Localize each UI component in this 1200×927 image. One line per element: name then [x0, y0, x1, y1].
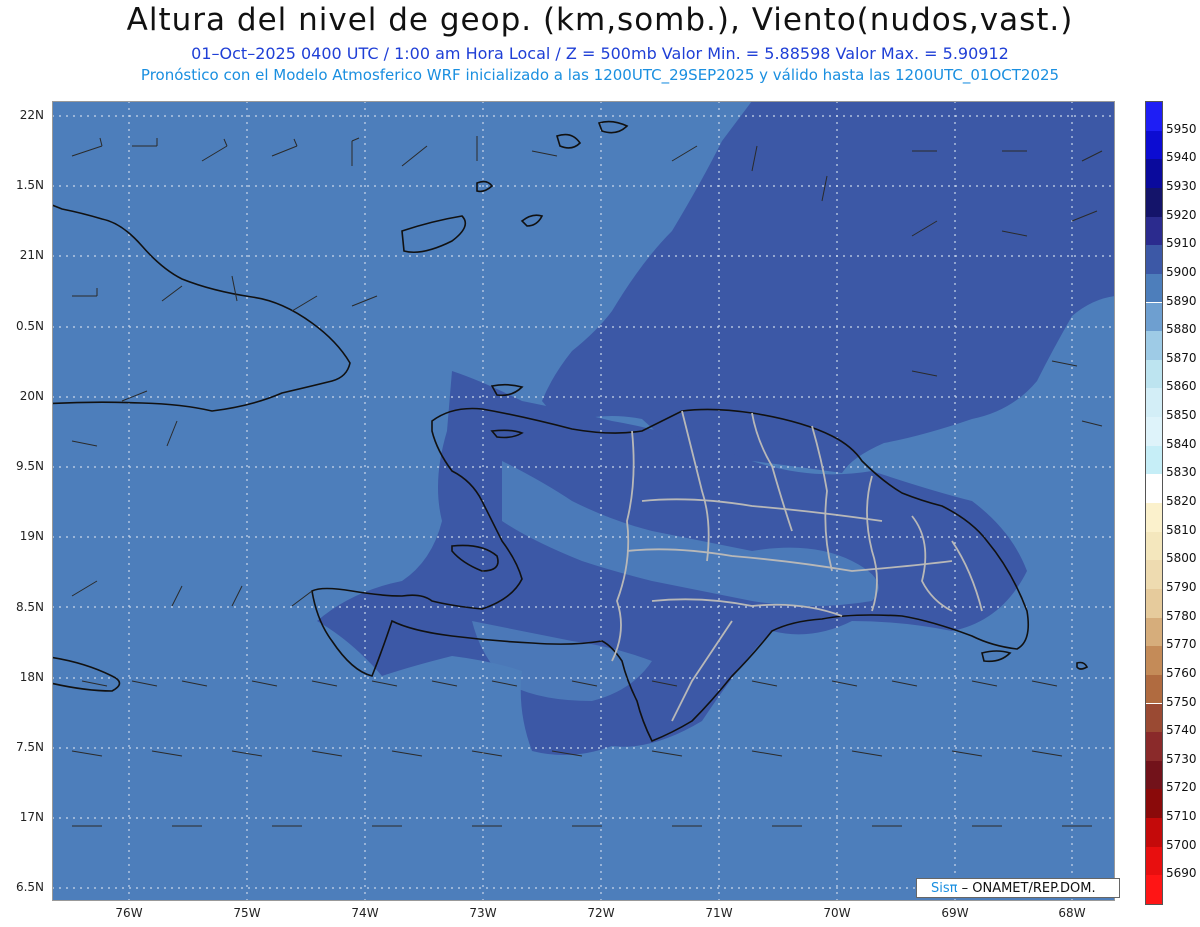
credit-box: Sisπ – ONAMET/REP.DOM.: [916, 878, 1120, 898]
colorbar-segment: [1146, 273, 1162, 303]
sispi-logo-text: Sisπ: [931, 881, 958, 896]
colorbar-label: 5690: [1166, 866, 1197, 881]
colorbar-segment: [1146, 588, 1162, 618]
lon-label: 76W: [115, 906, 143, 920]
colorbar-segment: [1146, 159, 1162, 188]
colorbar-label: 5930: [1166, 178, 1197, 193]
colorbar-label: 5730: [1166, 751, 1197, 766]
colorbar-segment: [1146, 102, 1162, 131]
map-subtitle-model-info: Pronóstico con el Modelo Atmosferico WRF…: [140, 66, 1060, 84]
colorbar-segment: [1146, 503, 1162, 532]
colorbar-label: 5870: [1166, 350, 1197, 365]
colorbar-segment: [1146, 417, 1162, 446]
colorbar-segment: [1146, 445, 1162, 475]
lon-label: 73W: [469, 906, 497, 920]
colorbar-segment: [1146, 130, 1162, 160]
colorbar-label: 5920: [1166, 207, 1197, 222]
lat-label: 8.5N: [15, 600, 44, 614]
lon-label: 74W: [351, 906, 379, 920]
map-title: Altura del nivel de geop. (km,somb.), Vi…: [126, 2, 1074, 38]
colorbar-label: 5770: [1166, 637, 1197, 652]
colorbar-segment: [1146, 302, 1162, 332]
colorbar-segment: [1146, 818, 1162, 847]
colorbar-label: 5900: [1166, 264, 1197, 279]
colorbar-segment: [1146, 359, 1162, 389]
lat-label: 1.5N: [15, 178, 44, 192]
colorbar-label: 5800: [1166, 551, 1197, 566]
colorbar-segment: [1146, 674, 1162, 704]
map-panel: [52, 101, 1115, 901]
colorbar-segment: [1146, 760, 1162, 790]
colorbar-label: 5830: [1166, 465, 1197, 480]
colorbar-label: 5840: [1166, 436, 1197, 451]
lat-label: 0.5N: [15, 319, 44, 333]
colorbar-segment: [1146, 474, 1162, 503]
lon-label: 75W: [233, 906, 261, 920]
colorbar-label: 5710: [1166, 809, 1197, 824]
colorbar-label: 5790: [1166, 579, 1197, 594]
colorbar-label: 5760: [1166, 665, 1197, 680]
lat-label: 17N: [19, 810, 44, 824]
colorbar-label: 5700: [1166, 837, 1197, 852]
lat-label: 18N: [19, 670, 44, 684]
colorbar-segment: [1146, 875, 1162, 904]
colorbar-label: 5910: [1166, 236, 1197, 251]
lon-label: 72W: [587, 906, 615, 920]
colorbar-segment: [1146, 388, 1162, 418]
colorbar-label: 5720: [1166, 780, 1197, 795]
lon-label: 68W: [1058, 906, 1086, 920]
colorbar-segment: [1146, 846, 1162, 876]
lat-label: 6.5N: [15, 880, 44, 894]
colorbar-segment: [1146, 617, 1162, 647]
colorbar-segment: [1146, 560, 1162, 589]
lat-label: 20N: [19, 389, 44, 403]
map-subtitle-valid-time: 01–Oct–2025 0400 UTC / 1:00 am Hora Loca…: [191, 44, 1009, 63]
colorbar-label: 5750: [1166, 694, 1197, 709]
colorbar: [1145, 101, 1163, 905]
lat-label: 7.5N: [15, 740, 44, 754]
colorbar-label: 5780: [1166, 608, 1197, 623]
colorbar-segment: [1146, 732, 1162, 761]
colorbar-segment: [1146, 187, 1162, 217]
colorbar-label: 5820: [1166, 494, 1197, 508]
lat-label: 19N: [19, 529, 44, 543]
colorbar-label: 5740: [1166, 723, 1197, 738]
lat-label: 9.5N: [15, 459, 44, 473]
colorbar-segment: [1146, 789, 1162, 819]
colorbar-segment: [1146, 216, 1162, 246]
lon-label: 69W: [941, 906, 969, 920]
colorbar-label: 5810: [1166, 522, 1197, 537]
colorbar-label: 5880: [1166, 322, 1197, 337]
colorbar-segment: [1146, 245, 1162, 274]
lon-label: 70W: [823, 906, 851, 920]
colorbar-segment: [1146, 531, 1162, 561]
colorbar-label: 5950: [1166, 121, 1197, 136]
colorbar-label: 5890: [1166, 293, 1197, 308]
colorbar-segment: [1146, 703, 1162, 733]
colorbar-segment: [1146, 331, 1162, 360]
lon-label: 71W: [705, 906, 733, 920]
colorbar-label: 5940: [1166, 150, 1197, 165]
lat-label: 21N: [19, 248, 44, 262]
colorbar-label: 5860: [1166, 379, 1197, 394]
colorbar-label: 5850: [1166, 408, 1197, 423]
credit-text: – ONAMET/REP.DOM.: [961, 881, 1096, 896]
lat-label: 22N: [19, 108, 44, 122]
colorbar-segment: [1146, 646, 1162, 675]
